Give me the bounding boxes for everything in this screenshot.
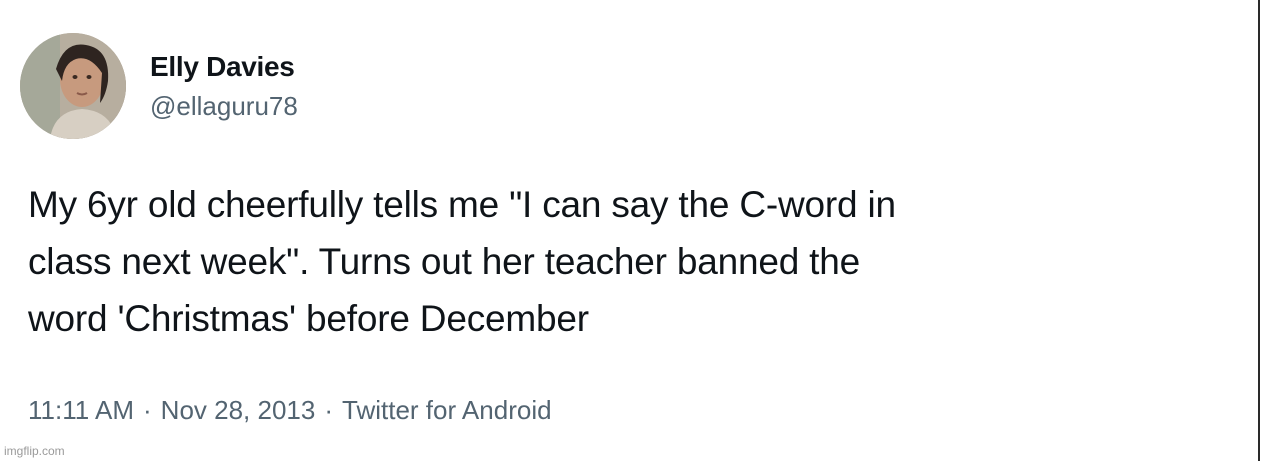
user-meta: Elly Davies @ellaguru78 [150, 49, 298, 123]
profile-photo-icon [20, 33, 126, 139]
watermark: imgflip.com [4, 444, 65, 458]
separator-dot: · [143, 395, 152, 425]
tweet-card: Elly Davies @ellaguru78 My 6yr old cheer… [0, 0, 1258, 455]
tweet-time[interactable]: 11:11 AM [28, 393, 134, 427]
tweet-source[interactable]: Twitter for Android [342, 393, 552, 427]
tweet-meta: 11:11 AM · Nov 28, 2013 · Twitter for An… [28, 393, 552, 427]
tweet-date[interactable]: Nov 28, 2013 [161, 393, 316, 427]
right-border [1258, 0, 1260, 461]
display-name[interactable]: Elly Davies [150, 49, 298, 85]
separator-dot: · [324, 395, 334, 425]
avatar[interactable] [20, 33, 126, 139]
tweet-text: My 6yr old cheerfully tells me "I can sa… [28, 184, 896, 339]
user-handle[interactable]: @ellaguru78 [150, 89, 298, 123]
tweet-header: Elly Davies @ellaguru78 [20, 30, 298, 142]
